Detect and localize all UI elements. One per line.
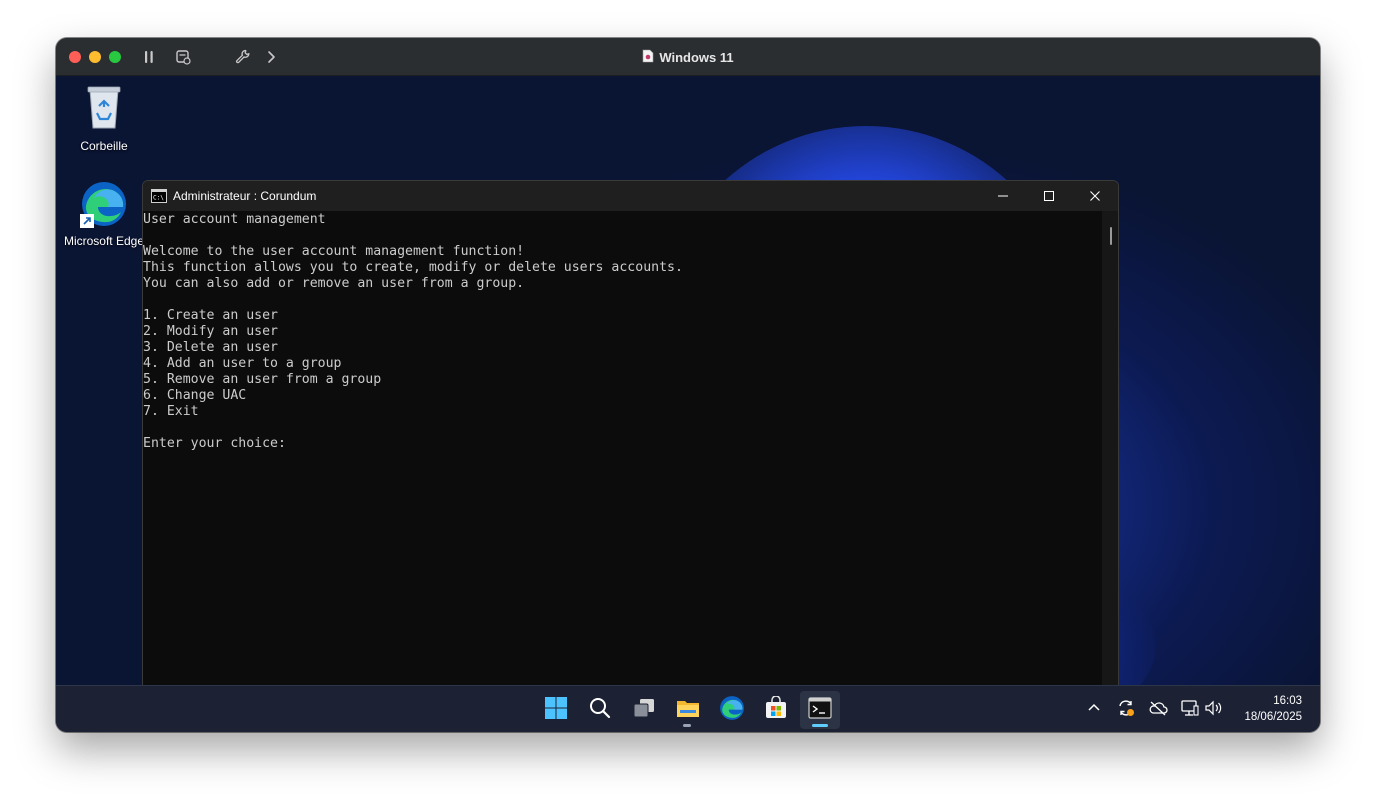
terminal-icon (808, 696, 832, 724)
console-line: This function allows you to create, modi… (143, 260, 683, 275)
edge-icon (80, 180, 128, 228)
file-explorer-button[interactable] (668, 691, 708, 729)
network-icon (1180, 699, 1200, 722)
task-view-button[interactable] (624, 691, 664, 729)
vm-title-area: Windows 11 (56, 38, 1320, 76)
console-line: 6. Change UAC (143, 388, 247, 403)
console-line: 3. Delete an user (143, 340, 278, 355)
vm-document-icon (642, 49, 654, 66)
recycle-bin-icon (59, 84, 149, 133)
console-line: 2. Modify an user (143, 324, 278, 339)
volume-button[interactable] (1204, 700, 1224, 720)
maximize-button[interactable] (1026, 181, 1072, 211)
scrollbar[interactable] (1102, 211, 1118, 685)
svg-text:C:\: C:\ (153, 195, 164, 202)
clock-date: 18/06/2025 (1244, 711, 1302, 723)
search-button[interactable] (580, 691, 620, 729)
cmd-titlebar[interactable]: C:\ Administrateur : Corundum (143, 181, 1118, 211)
close-button[interactable] (1072, 181, 1118, 211)
edge-icon (719, 695, 745, 726)
vm-window: Windows 11 Corbeille Microsoft Edge C:\ … (56, 38, 1320, 732)
cmd-title: Administrateur : Corundum (173, 189, 317, 203)
sync-icon (1116, 698, 1136, 723)
console-line: 1. Create an user (143, 308, 278, 323)
console-line: User account management (143, 212, 326, 227)
taskbar: 16:03 18/06/2025 (56, 685, 1320, 732)
chevron-up-icon (1087, 701, 1101, 720)
console-icon: C:\ (151, 189, 167, 208)
console-prompt: Enter your choice: (143, 436, 286, 451)
desktop-icon-edge[interactable]: Microsoft Edge (59, 180, 149, 248)
desktop-icon-recycle-bin[interactable]: Corbeille (59, 84, 149, 153)
show-hidden-icons-button[interactable] (1084, 700, 1104, 720)
cmd-window: C:\ Administrateur : Corundum User accou… (142, 180, 1119, 685)
scrollbar-thumb[interactable] (1110, 227, 1112, 245)
sync-status-button[interactable] (1116, 698, 1136, 723)
file-explorer-icon (675, 696, 701, 725)
clock[interactable]: 16:03 18/06/2025 (1244, 693, 1302, 725)
shortcut-arrow-icon (80, 214, 94, 228)
cloud-offline-icon (1148, 700, 1168, 721)
terminal-button[interactable] (800, 691, 840, 729)
minimize-button[interactable] (980, 181, 1026, 211)
windows-start-icon (544, 696, 568, 725)
volume-icon (1204, 699, 1224, 722)
search-icon (588, 696, 612, 725)
network-button[interactable] (1180, 699, 1200, 722)
onedrive-button[interactable] (1148, 700, 1168, 720)
console-output[interactable]: User account management Welcome to the u… (143, 211, 1103, 685)
clock-time: 16:03 (1273, 695, 1302, 707)
active-indicator (812, 724, 828, 727)
desktop: Corbeille Microsoft Edge C:\ Administrat… (56, 76, 1320, 685)
start-button[interactable] (536, 691, 576, 729)
store-button[interactable] (756, 691, 796, 729)
desktop-icon-label: Corbeille (80, 139, 128, 153)
store-icon (764, 694, 788, 725)
desktop-icon-label: Microsoft Edge (63, 234, 145, 248)
console-line: 4. Add an user to a group (143, 356, 342, 371)
task-view-icon (631, 696, 657, 725)
console-line: Welcome to the user account management f… (143, 244, 525, 259)
vm-titlebar: Windows 11 (56, 38, 1320, 76)
edge-button[interactable] (712, 691, 752, 729)
vm-title: Windows 11 (659, 49, 734, 65)
running-indicator (683, 724, 691, 727)
console-line: You can also add or remove an user from … (143, 276, 525, 291)
console-line: 5. Remove an user from a group (143, 372, 382, 387)
console-line: 7. Exit (143, 404, 199, 419)
